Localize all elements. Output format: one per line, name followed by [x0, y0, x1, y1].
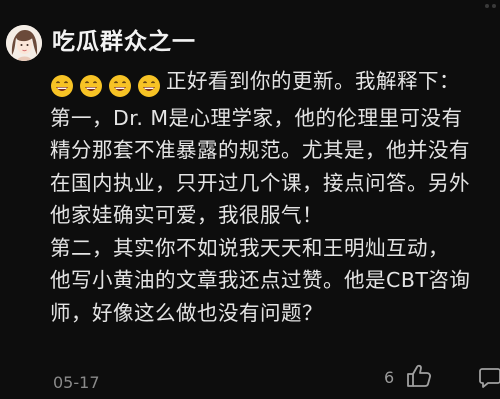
- like-count: 6: [384, 368, 395, 387]
- comment-date: 05-17: [53, 373, 100, 392]
- comment-line: 精分那套不准暴露的规范。尤其是，他并没有: [50, 138, 470, 162]
- avatar[interactable]: [6, 25, 42, 61]
- grinning-face-emoji-icon: [50, 74, 74, 98]
- comment-line: 他写小黄油的文章我还点过赞。他是CBT咨询: [50, 268, 471, 292]
- thumbs-up-icon[interactable]: [405, 363, 433, 389]
- comment-line: 第二，其实你不如说我天天和王明灿互动，: [50, 235, 449, 260]
- comment-line: 正好看到你的更新。我解释下：: [50, 65, 498, 102]
- username[interactable]: 吃瓜群众之一: [52, 22, 196, 56]
- comment-text: 正好看到你的更新。我解释下：: [166, 69, 460, 93]
- comment-line: 他家娃确实可爱，我很服气！: [50, 203, 323, 227]
- grinning-face-emoji-icon: [79, 74, 103, 98]
- grinning-face-emoji-icon: [108, 74, 132, 98]
- comment-line: 在国内执业，只开过几个课，接点问答。另外: [50, 170, 470, 195]
- comment-body: 正好看到你的更新。我解释下： 第一，Dr. M是心理学家，他的伦理里可没有 精分…: [50, 65, 498, 329]
- more-options-icon[interactable]: [470, 0, 500, 40]
- comment-line: 第一，Dr. M是心理学家，他的伦理里可没有: [50, 105, 463, 130]
- comment-icon[interactable]: [478, 365, 500, 389]
- grinning-face-emoji-icon: [137, 74, 161, 98]
- emoji-group: [50, 69, 166, 102]
- comment-line: 师，好像这么做也没有问题？: [50, 300, 323, 325]
- comment-card: 吃瓜群众之一 正好看到你的更新。我解释下： 第一，Dr. M是心理学家，他的伦理…: [0, 0, 500, 399]
